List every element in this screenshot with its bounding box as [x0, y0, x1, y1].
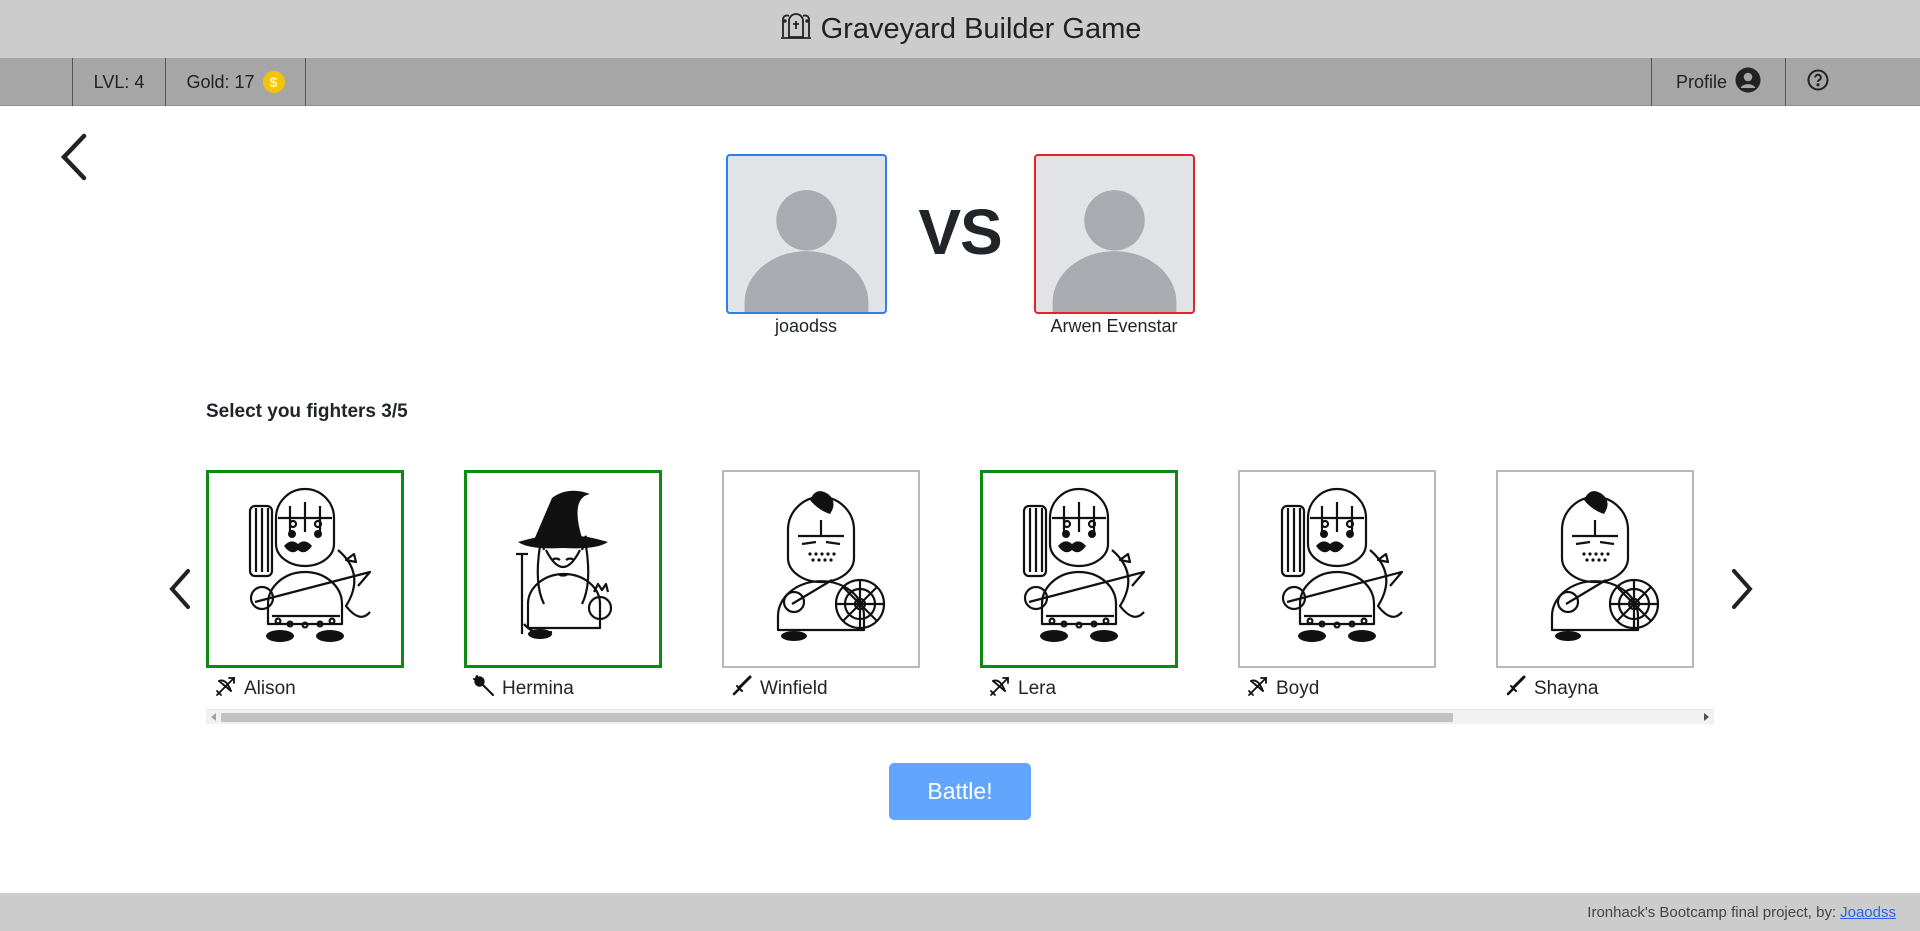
scrollbar-thumb[interactable]	[221, 713, 1453, 722]
footer-author-link[interactable]: Joaodss	[1840, 904, 1896, 921]
fighter-name: Hermina	[502, 678, 574, 699]
profile-link[interactable]: Profile	[1651, 58, 1785, 106]
scroll-right-arrow-icon[interactable]	[1704, 713, 1709, 721]
fighter-card[interactable]: Winfield	[722, 470, 920, 704]
fighter-label: Winfield	[722, 674, 920, 704]
back-button[interactable]	[56, 130, 96, 184]
profile-label: Profile	[1675, 71, 1728, 92]
battle-button[interactable]: Battle!	[889, 763, 1031, 820]
fighter-label: Alison	[206, 674, 404, 704]
carousel-prev-button[interactable]	[164, 565, 198, 613]
fighter-label: Boyd	[1238, 674, 1436, 704]
footer: Ironhack's Bootcamp final project, by: J…	[0, 893, 1920, 931]
carousel-scrollbar[interactable]	[206, 709, 1714, 724]
app-header: Graveyard Builder Game	[0, 0, 1920, 58]
fighter-card[interactable]: Hermina	[464, 470, 662, 704]
player-avatar	[726, 154, 887, 314]
fighter-portrait[interactable]	[1496, 470, 1694, 668]
opponent-avatar	[1034, 154, 1195, 314]
scroll-left-arrow-icon[interactable]	[211, 713, 216, 721]
gold-indicator: Gold: 17 $	[165, 58, 306, 106]
footer-text: Ironhack's Bootcamp final project, by:	[1587, 903, 1837, 921]
fighter-name: Alison	[244, 678, 296, 699]
chevron-right-icon	[1724, 569, 1758, 617]
app-title: Graveyard Builder Game	[779, 9, 1142, 49]
tombstone-ghost-icon	[779, 9, 813, 49]
chevron-left-icon	[164, 569, 198, 617]
select-fighters-title: Select you fighters 3/5	[206, 401, 408, 422]
app-title-text: Graveyard Builder Game	[820, 12, 1142, 45]
vs-label: VS	[918, 196, 1002, 268]
fighter-label: Lera	[980, 674, 1178, 704]
bow-icon	[214, 674, 238, 704]
staff-icon	[472, 674, 496, 704]
fighter-carousel[interactable]: Alison Hermina Winfield Lera Boyd Shayna	[206, 468, 1714, 718]
fighter-label: Hermina	[464, 674, 662, 704]
user-circle-icon	[1735, 67, 1761, 98]
top-navbar: LVL: 4 Gold: 17 $ Profile	[0, 58, 1920, 106]
fighter-card[interactable]: Alison	[206, 470, 404, 704]
bow-icon	[988, 674, 1012, 704]
chevron-left-icon	[56, 133, 96, 188]
level-indicator: LVL: 4	[72, 58, 165, 106]
fighter-card[interactable]: Shayna	[1496, 470, 1694, 704]
sword-icon	[1504, 674, 1528, 704]
opponent-name: Arwen Evenstar	[1050, 316, 1178, 336]
fighter-name: Winfield	[760, 678, 828, 699]
fighter-portrait[interactable]	[980, 470, 1178, 668]
sword-icon	[730, 674, 754, 704]
fighter-portrait[interactable]	[464, 470, 662, 668]
player-name: joaodss	[774, 316, 838, 336]
fighter-card[interactable]: Boyd	[1238, 470, 1436, 704]
help-circle-icon	[1807, 69, 1829, 96]
fighter-name: Lera	[1018, 678, 1057, 699]
fighter-name: Boyd	[1276, 678, 1320, 699]
coin-icon: $	[262, 71, 285, 93]
carousel-next-button[interactable]	[1724, 565, 1758, 613]
gold-text: Gold: 17	[186, 71, 255, 92]
help-button[interactable]	[1785, 58, 1849, 106]
fighter-label: Shayna	[1496, 674, 1694, 704]
fighter-portrait[interactable]	[722, 470, 920, 668]
fighter-portrait[interactable]	[1238, 470, 1436, 668]
fighter-card[interactable]: Lera	[980, 470, 1178, 704]
fighter-name: Shayna	[1534, 678, 1599, 699]
fighter-portrait[interactable]	[206, 470, 404, 668]
level-text: LVL: 4	[93, 71, 145, 92]
bow-icon	[1246, 674, 1270, 704]
